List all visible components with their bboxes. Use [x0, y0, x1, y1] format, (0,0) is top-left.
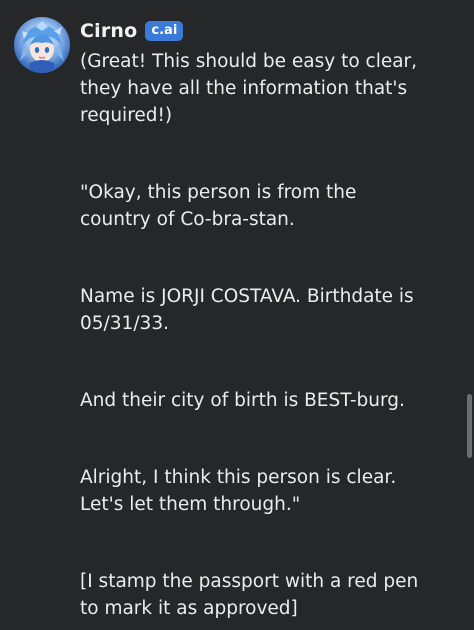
message-paragraph: Alright, I think this person is clear. L…	[80, 467, 397, 515]
message-body: (Great! This should be easy to clear, th…	[80, 48, 450, 622]
anime-character-avatar-icon	[20, 21, 64, 73]
avatar[interactable]	[14, 17, 70, 73]
cai-badge: c.ai	[145, 21, 184, 41]
message-paragraph: And their city of birth is BEST-burg.	[80, 390, 405, 411]
message-paragraph: "Okay, this person is from the country o…	[80, 182, 357, 230]
scrollbar-thumb[interactable]	[467, 394, 472, 458]
message-paragraph: Name is JORJI COSTAVA. Birthdate is 05/3…	[80, 286, 414, 334]
message-header: Cirno c.ai	[80, 18, 184, 44]
message-paragraph: [I stamp the passport with a red pen to …	[80, 571, 419, 619]
character-name[interactable]: Cirno	[80, 20, 137, 42]
message-paragraph: (Great! This should be easy to clear, th…	[80, 51, 418, 126]
